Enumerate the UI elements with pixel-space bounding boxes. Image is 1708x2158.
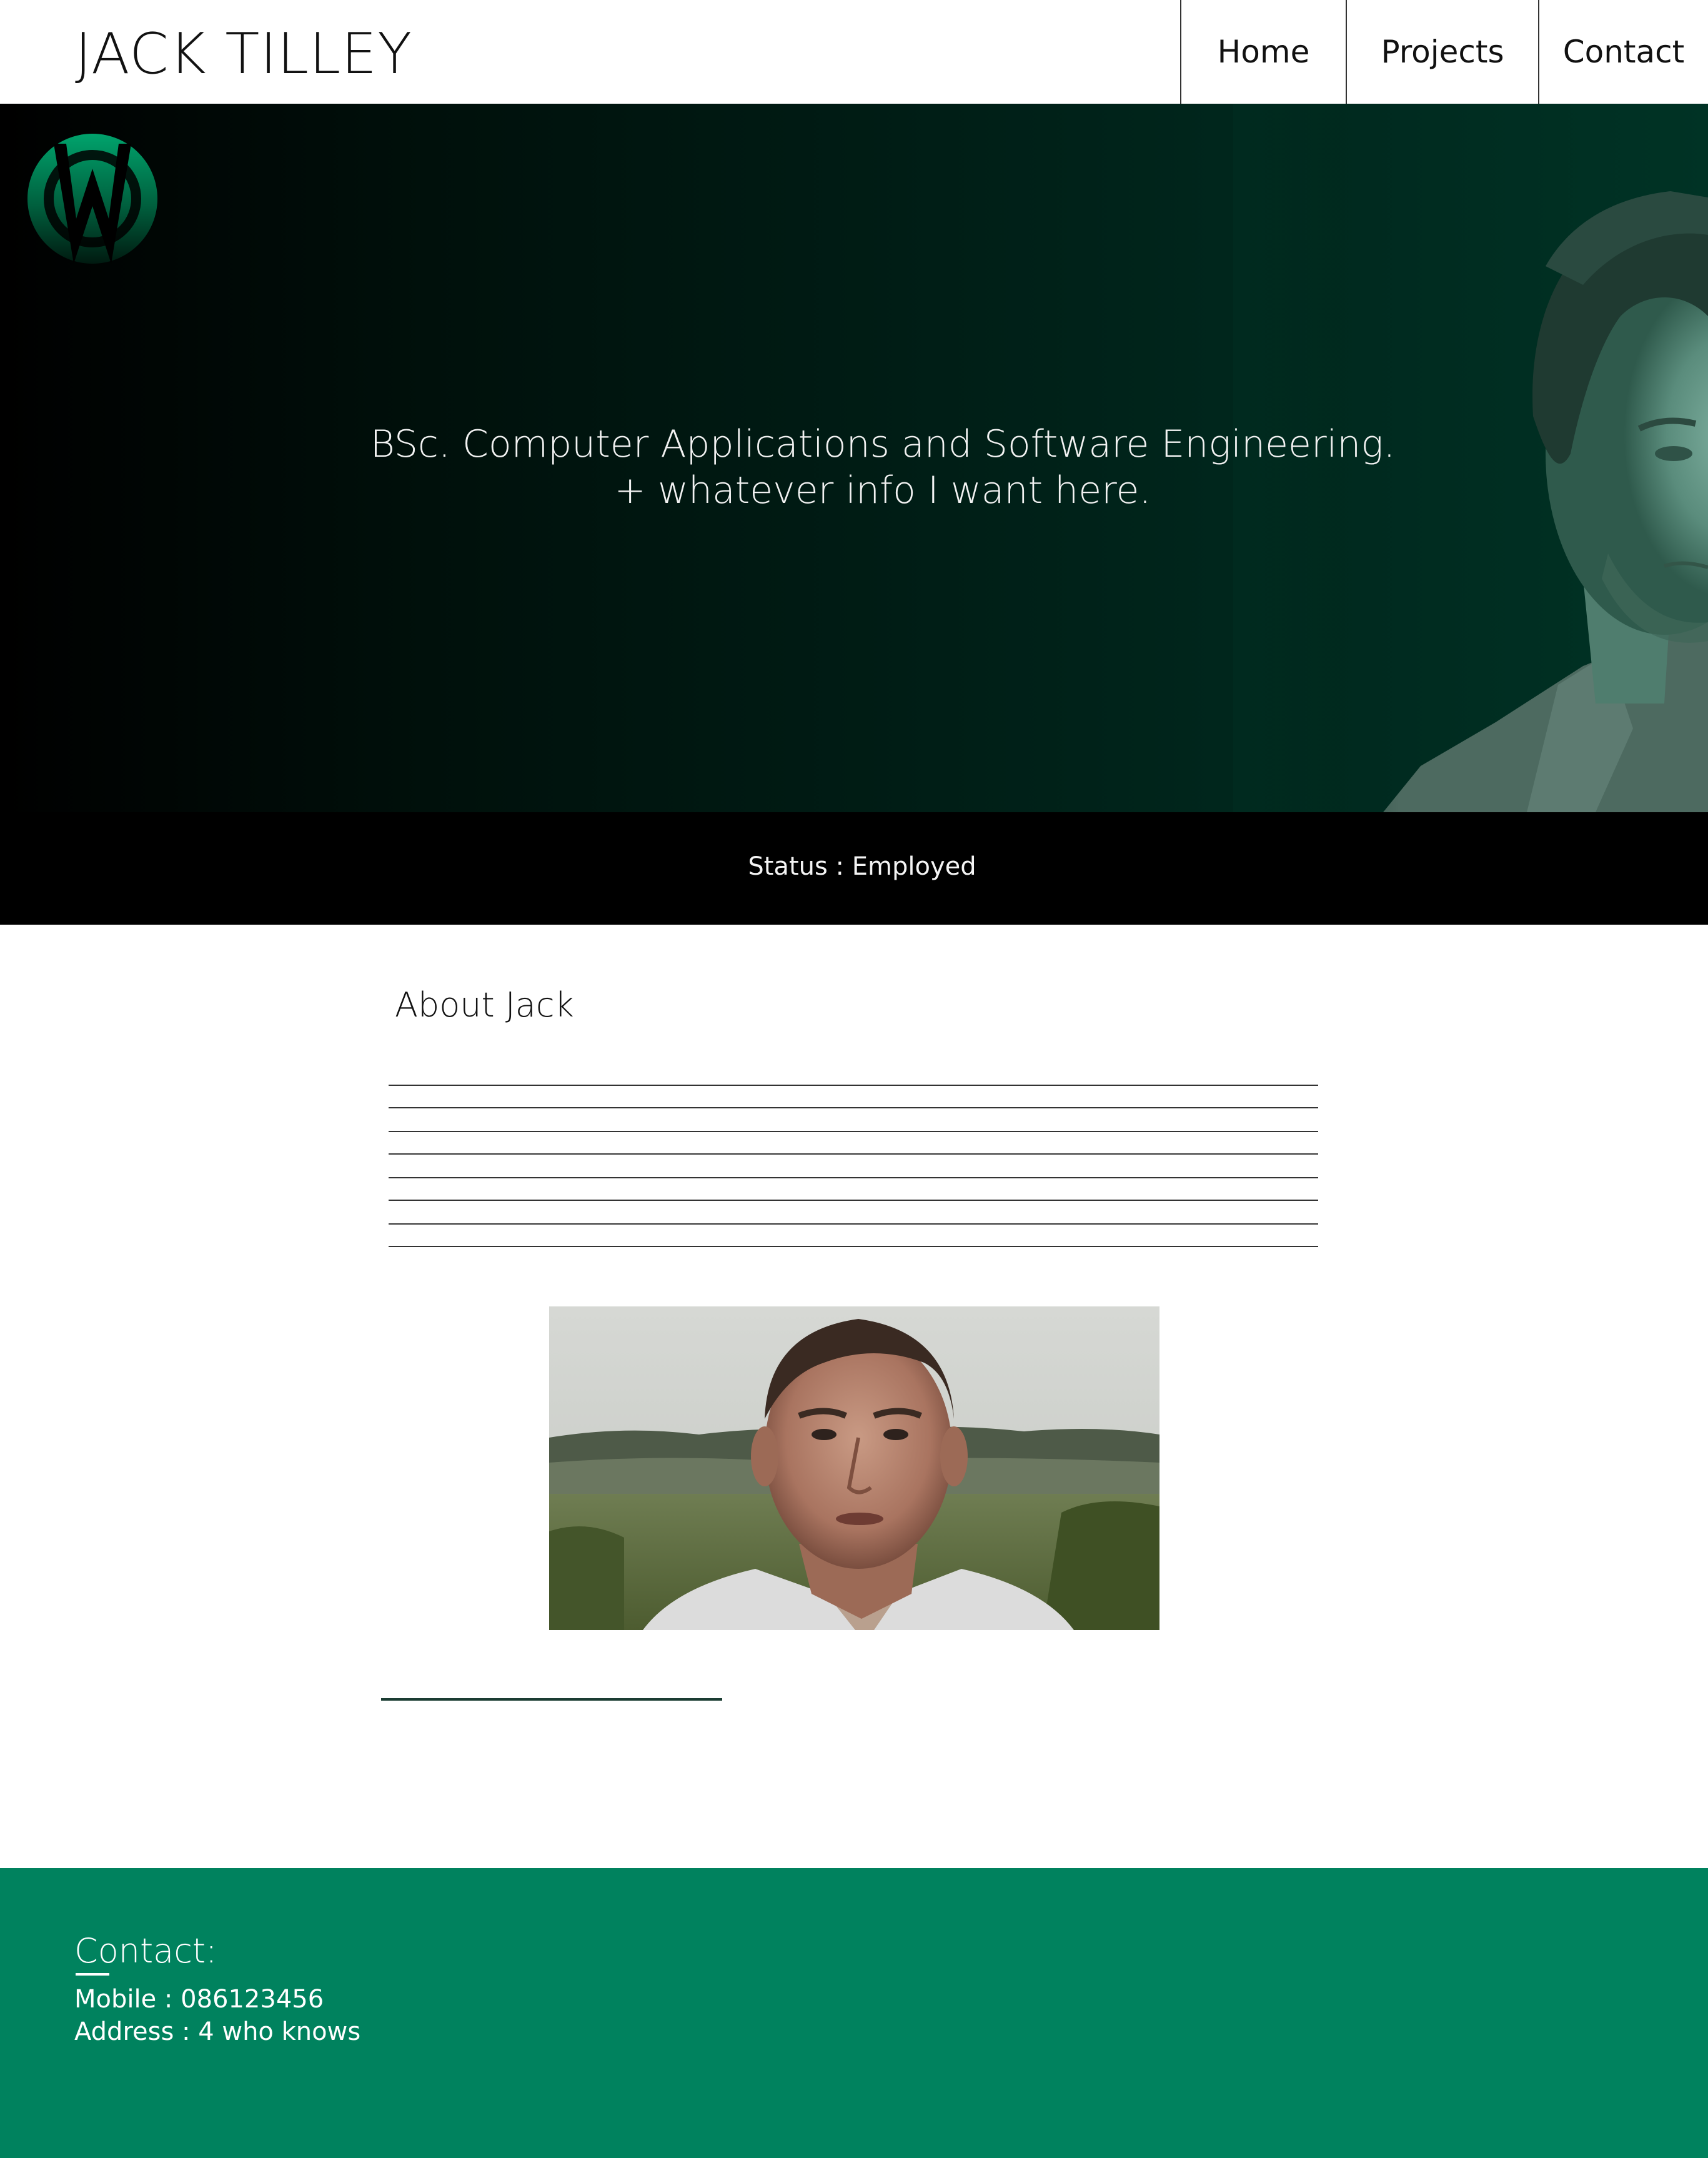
hero-banner: BSc. Computer Applications and Software … — [0, 104, 1708, 812]
footer-address: Address : 4 who knows — [74, 2017, 361, 2046]
hero-tagline: BSc. Computer Applications and Software … — [0, 421, 1708, 514]
section-divider — [381, 1698, 722, 1701]
footer-contact-heading: Contact: — [74, 1931, 217, 1971]
nav-home[interactable]: Home — [1180, 0, 1346, 104]
site-header: JACK TILLEY Home Projects Contact — [0, 0, 1708, 104]
main-nav: Home Projects Contact — [1180, 0, 1708, 104]
hero-line-2: + whatever info I want here. — [614, 469, 1151, 512]
text-line — [389, 1223, 1318, 1225]
w-logo-icon — [27, 134, 157, 264]
status-bar: Status : Employed — [0, 812, 1708, 925]
text-line — [389, 1200, 1318, 1201]
footer-heading-underline — [76, 1973, 109, 1976]
about-photo-image — [549, 1306, 1159, 1630]
site-title[interactable]: JACK TILLEY — [75, 20, 412, 89]
text-line — [389, 1177, 1318, 1178]
text-line — [389, 1246, 1318, 1247]
text-line — [389, 1153, 1318, 1155]
text-line — [389, 1107, 1318, 1108]
text-line — [389, 1131, 1318, 1132]
site-footer: Contact: Mobile : 086123456 Address : 4 … — [0, 1868, 1708, 2158]
text-line — [389, 1085, 1318, 1086]
hero-line-1: BSc. Computer Applications and Software … — [370, 422, 1396, 466]
about-photo — [549, 1306, 1159, 1630]
nav-contact[interactable]: Contact — [1538, 0, 1708, 104]
about-title: About Jack — [395, 985, 574, 1025]
status-text: Status : Employed — [748, 852, 976, 881]
footer-mobile: Mobile : 086123456 — [74, 1985, 324, 2014]
nav-projects[interactable]: Projects — [1346, 0, 1538, 104]
